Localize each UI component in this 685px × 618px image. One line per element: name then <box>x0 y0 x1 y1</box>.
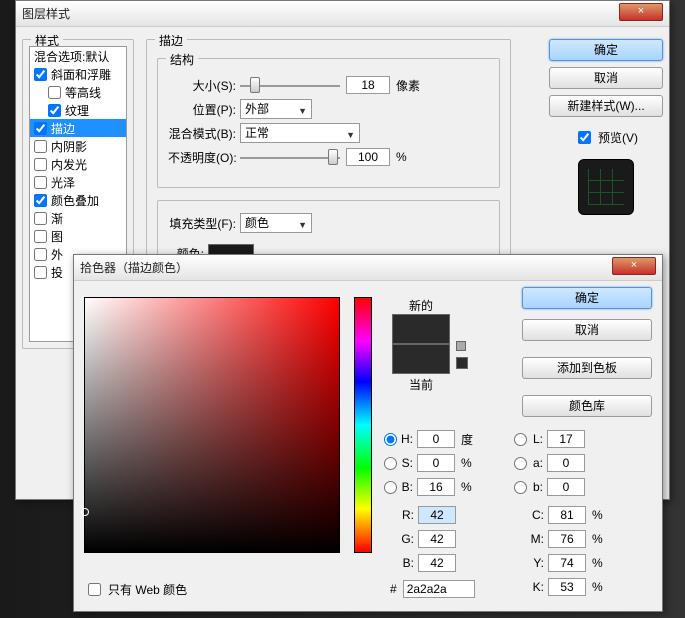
stroke-label: 描边 <box>155 32 187 49</box>
cp-close-button[interactable]: × <box>612 257 656 275</box>
style-item-7[interactable]: 颜色叠加 <box>30 191 126 209</box>
l-radio[interactable] <box>514 433 527 446</box>
style-item-5[interactable]: 内发光 <box>30 155 126 173</box>
style-item-0[interactable]: 斜面和浮雕 <box>30 65 126 83</box>
s-radio[interactable] <box>384 457 397 470</box>
new-style-button[interactable]: 新建样式(W)... <box>549 95 663 117</box>
size-input[interactable] <box>346 76 390 94</box>
style-check-0[interactable] <box>34 68 47 81</box>
h-input[interactable] <box>417 430 455 448</box>
style-check-1[interactable] <box>48 86 61 99</box>
cp-add-button[interactable]: 添加到色板 <box>522 357 652 379</box>
new-color-swatch[interactable] <box>392 314 450 344</box>
web-only-label: 只有 Web 颜色 <box>108 581 187 598</box>
style-item-2[interactable]: 纹理 <box>30 101 126 119</box>
style-item-6[interactable]: 光泽 <box>30 173 126 191</box>
color-picker-dialog: 拾色器（描边颜色） × 新的 当前 确定 取消 添加到色板 颜色库 <box>73 254 663 612</box>
cube-icon[interactable] <box>456 341 466 351</box>
hex-prefix: # <box>390 582 397 596</box>
opacity-unit: % <box>396 150 407 164</box>
style-item-4[interactable]: 内阴影 <box>30 137 126 155</box>
blendmode-label: 混合模式(B): <box>168 125 240 142</box>
k-input[interactable] <box>548 578 586 596</box>
hue-slider[interactable] <box>354 297 372 553</box>
style-check-11[interactable] <box>34 266 47 279</box>
bv-input[interactable] <box>417 478 455 496</box>
new-label: 新的 <box>392 297 450 314</box>
style-item-8[interactable]: 渐 <box>30 209 126 227</box>
layer-style-titlebar[interactable]: 图层样式 × <box>16 1 669 27</box>
style-item-1[interactable]: 等高线 <box>30 83 126 101</box>
structure-label: 结构 <box>166 51 198 68</box>
style-check-2[interactable] <box>48 104 61 117</box>
position-dropdown[interactable]: 外部 <box>240 99 312 119</box>
layer-style-title: 图层样式 <box>22 5 70 22</box>
y-input[interactable] <box>548 554 586 572</box>
size-unit: 像素 <box>396 77 420 94</box>
style-check-7[interactable] <box>34 194 47 207</box>
m-input[interactable] <box>548 530 586 548</box>
sv-field[interactable] <box>84 297 340 553</box>
web-only-checkbox[interactable] <box>88 583 101 596</box>
preview-checkbox[interactable] <box>578 131 591 144</box>
color-picker-title: 拾色器（描边颜色） <box>80 259 188 276</box>
preview-swatch <box>578 159 634 215</box>
a-radio[interactable] <box>514 457 527 470</box>
current-label: 当前 <box>392 376 450 393</box>
style-check-5[interactable] <box>34 158 47 171</box>
l-input[interactable] <box>547 430 585 448</box>
style-item-9[interactable]: 图 <box>30 227 126 245</box>
s-input[interactable] <box>417 454 455 472</box>
h-radio[interactable] <box>384 433 397 446</box>
c-input[interactable] <box>548 506 586 524</box>
color-picker-titlebar[interactable]: 拾色器（描边颜色） × <box>74 255 662 281</box>
style-check-4[interactable] <box>34 140 47 153</box>
bb-input[interactable] <box>418 554 456 572</box>
cancel-button[interactable]: 取消 <box>549 67 663 89</box>
position-label: 位置(P): <box>168 101 240 118</box>
filltype-label: 填充类型(F): <box>168 215 240 232</box>
opacity-slider[interactable] <box>240 149 340 165</box>
ok-button[interactable]: 确定 <box>549 39 663 61</box>
style-check-9[interactable] <box>34 230 47 243</box>
size-label: 大小(S): <box>168 77 240 94</box>
close-button[interactable]: × <box>619 3 663 21</box>
opacity-label: 不透明度(O): <box>168 149 240 166</box>
g-input[interactable] <box>418 530 456 548</box>
cp-lib-button[interactable]: 颜色库 <box>522 395 652 417</box>
style-check-10[interactable] <box>34 248 47 261</box>
filltype-dropdown[interactable]: 颜色 <box>240 213 312 233</box>
r-input[interactable] <box>418 506 456 524</box>
bv-radio[interactable] <box>384 481 397 494</box>
preview-label: 预览(V) <box>598 129 638 146</box>
style-check-3[interactable] <box>34 122 47 135</box>
new-current-swatch: 新的 当前 <box>392 297 450 393</box>
style-check-6[interactable] <box>34 176 47 189</box>
blend-options-item[interactable]: 混合选项:默认 <box>30 47 126 65</box>
structure-group: 结构 大小(S): 像素 位置(P): 外部 混合模式(B): 正常 <box>157 58 500 188</box>
web-safe-icon[interactable] <box>456 357 468 369</box>
style-check-8[interactable] <box>34 212 47 225</box>
hex-input[interactable] <box>403 580 475 598</box>
cp-ok-button[interactable]: 确定 <box>522 287 652 309</box>
style-item-3[interactable]: 描边 <box>30 119 126 137</box>
opacity-input[interactable] <box>346 148 390 166</box>
cp-cancel-button[interactable]: 取消 <box>522 319 652 341</box>
blendmode-dropdown[interactable]: 正常 <box>240 123 360 143</box>
b-input[interactable] <box>547 478 585 496</box>
size-slider[interactable] <box>240 77 340 93</box>
b-radio[interactable] <box>514 481 527 494</box>
current-color-swatch[interactable] <box>392 344 450 374</box>
a-input[interactable] <box>547 454 585 472</box>
